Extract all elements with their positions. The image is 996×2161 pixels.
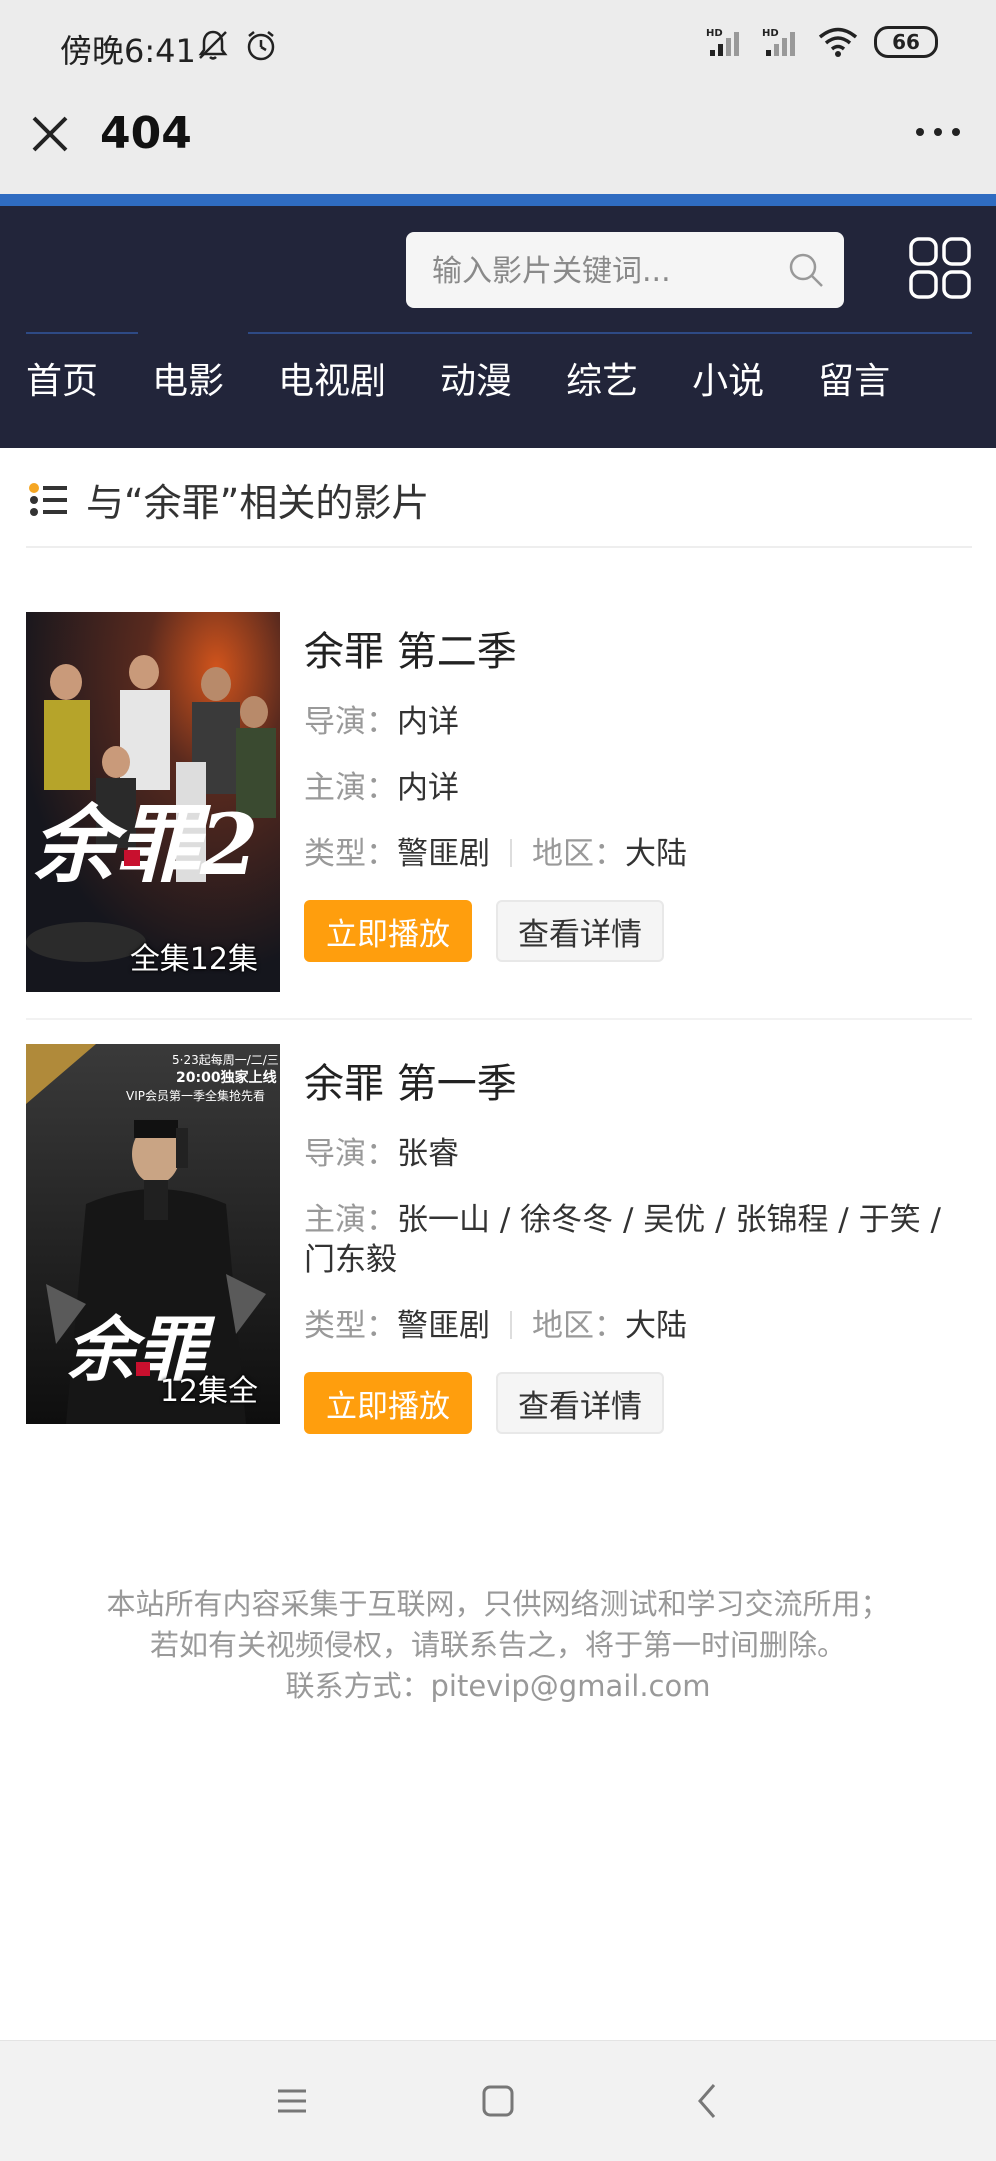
card-divider	[26, 1018, 972, 1020]
action-buttons: 立即播放 查看详情	[304, 900, 972, 962]
play-button[interactable]: 立即播放	[304, 1372, 472, 1434]
close-icon[interactable]	[28, 112, 72, 156]
search-input[interactable]	[406, 232, 794, 310]
genre-label: 类型：	[304, 836, 397, 872]
nav-item-variety[interactable]: 综艺	[566, 352, 638, 404]
alarm-icon	[247, 31, 275, 61]
footer: 本站所有内容采集于互联网，只供网络测试和学习交流所用； 若如有关视频侵权，请联系…	[0, 1584, 996, 1707]
play-button[interactable]: 立即播放	[304, 900, 472, 962]
director-row: 导演：内详	[304, 702, 972, 742]
status-time: 傍晚6:41	[60, 32, 196, 70]
site-header: 首页 电影 电视剧 动漫 综艺 小说 留言	[0, 194, 996, 448]
footer-disclaimer-2: 若如有关视频侵权，请联系告之，将于第一时间删除。	[149, 1628, 846, 1662]
mute-icon	[198, 30, 228, 60]
more-icon[interactable]	[916, 128, 960, 136]
movie-card: 余罪2 全集12集 余罪 第二季 导演：内详 主演：内详 类型：警匪剧 地区：大陆…	[26, 612, 972, 992]
signal-icon-2: HD	[762, 28, 795, 56]
search-box	[406, 232, 844, 310]
detail-button[interactable]: 查看详情	[496, 1372, 664, 1434]
nav-item-message[interactable]: 留言	[818, 352, 890, 404]
search-icon[interactable]	[786, 250, 826, 290]
movie-card: 5·23起每周一/二/三 20:00独家上线 VIP会员第一季全集抢先看 余罪 …	[26, 1044, 972, 1434]
footer-disclaimer-1: 本站所有内容采集于互联网，只供网络测试和学习交流所用；	[106, 1587, 890, 1621]
actors-value: 内详	[397, 770, 459, 806]
poster-title-text: 余罪2	[32, 795, 258, 894]
movie-info: 余罪 第二季 导演：内详 主演：内详 类型：警匪剧 地区：大陆 立即播放 查看详情	[304, 628, 972, 962]
director-value: 内详	[397, 704, 459, 740]
actors-label: 主演：	[304, 770, 397, 806]
director-label: 导演：	[304, 1136, 397, 1172]
separator	[510, 839, 512, 867]
footer-contact: 联系方式：pitevip@gmail.com	[285, 1669, 711, 1703]
nav-item-anime[interactable]: 动漫	[440, 352, 512, 404]
director-row: 导演：张睿	[304, 1134, 972, 1174]
more-dot	[934, 128, 942, 136]
section-heading: 与“余罪”相关的影片	[26, 472, 429, 527]
nav-item-novel[interactable]: 小说	[692, 352, 764, 404]
section-title: 与“余罪”相关的影片	[86, 481, 430, 525]
director-value: 张睿	[397, 1136, 459, 1172]
menu-icon[interactable]	[272, 2081, 312, 2121]
back-icon[interactable]	[688, 2081, 728, 2121]
director-label: 导演：	[304, 704, 397, 740]
movie-title[interactable]: 余罪 第二季	[304, 628, 972, 676]
network-label-1: HD	[706, 28, 723, 39]
movie-info: 余罪 第一季 导演：张睿 主演：张一山 / 徐冬冬 / 吴优 / 张锦程 / 于…	[304, 1060, 972, 1434]
poster-promo-3: VIP会员第一季全集抢先看	[126, 1088, 265, 1103]
header-accent-bar	[0, 194, 996, 206]
region-label: 地区：	[532, 1308, 625, 1344]
genre-value: 警匪剧	[397, 1308, 490, 1344]
movie-poster[interactable]: 5·23起每周一/二/三 20:00独家上线 VIP会员第一季全集抢先看 余罪 …	[26, 1044, 280, 1424]
header-line	[248, 332, 972, 334]
battery-indicator: 66	[874, 26, 938, 58]
separator	[510, 1311, 512, 1339]
nav-item-movie[interactable]: 电影	[152, 352, 224, 404]
actors-value: 张一山 / 徐冬冬 / 吴优 / 张锦程 / 于笑 / 门东毅	[304, 1202, 941, 1278]
region-value: 大陆	[625, 836, 687, 872]
home-icon[interactable]	[478, 2081, 518, 2121]
actors-label: 主演：	[304, 1202, 397, 1238]
actors-row: 主演：内详	[304, 768, 972, 808]
actors-row: 主演：张一山 / 徐冬冬 / 吴优 / 张锦程 / 于笑 / 门东毅	[304, 1200, 972, 1280]
status-bar: 傍晚6:41 HD HD 66	[0, 0, 996, 90]
more-dot	[952, 128, 960, 136]
status-icons-right: HD HD 66	[706, 26, 938, 58]
grid-menu-icon[interactable]	[908, 236, 972, 300]
signal-icon: HD	[706, 28, 739, 56]
title-bar: 404	[0, 90, 996, 194]
header-line	[26, 332, 138, 334]
system-nav-bar	[0, 2040, 996, 2161]
genre-value: 警匪剧	[397, 836, 490, 872]
poster-caption: 12集全	[159, 1374, 258, 1409]
page-title: 404	[100, 108, 192, 159]
network-label-2: HD	[762, 28, 779, 39]
status-icons-left	[196, 28, 278, 62]
poster-promo-2: 20:00独家上线	[176, 1069, 277, 1086]
nav-item-tv[interactable]: 电视剧	[278, 352, 386, 404]
genre-label: 类型：	[304, 1308, 397, 1344]
list-icon	[29, 482, 67, 516]
genre-region-row: 类型：警匪剧 地区：大陆	[304, 834, 972, 874]
more-dot	[916, 128, 924, 136]
movie-poster[interactable]: 余罪2 全集12集	[26, 612, 280, 992]
detail-button[interactable]: 查看详情	[496, 900, 664, 962]
poster-promo-1: 5·23起每周一/二/三	[172, 1052, 279, 1067]
action-buttons: 立即播放 查看详情	[304, 1372, 972, 1434]
genre-region-row: 类型：警匪剧 地区：大陆	[304, 1306, 972, 1346]
wifi-icon	[818, 27, 858, 57]
main-nav: 首页 电影 电视剧 动漫 综艺 小说 留言	[26, 352, 944, 404]
nav-item-home[interactable]: 首页	[26, 352, 98, 404]
divider	[26, 546, 972, 548]
movie-title[interactable]: 余罪 第一季	[304, 1060, 972, 1108]
region-value: 大陆	[625, 1308, 687, 1344]
poster-caption: 全集12集	[129, 942, 258, 977]
region-label: 地区：	[532, 836, 625, 872]
